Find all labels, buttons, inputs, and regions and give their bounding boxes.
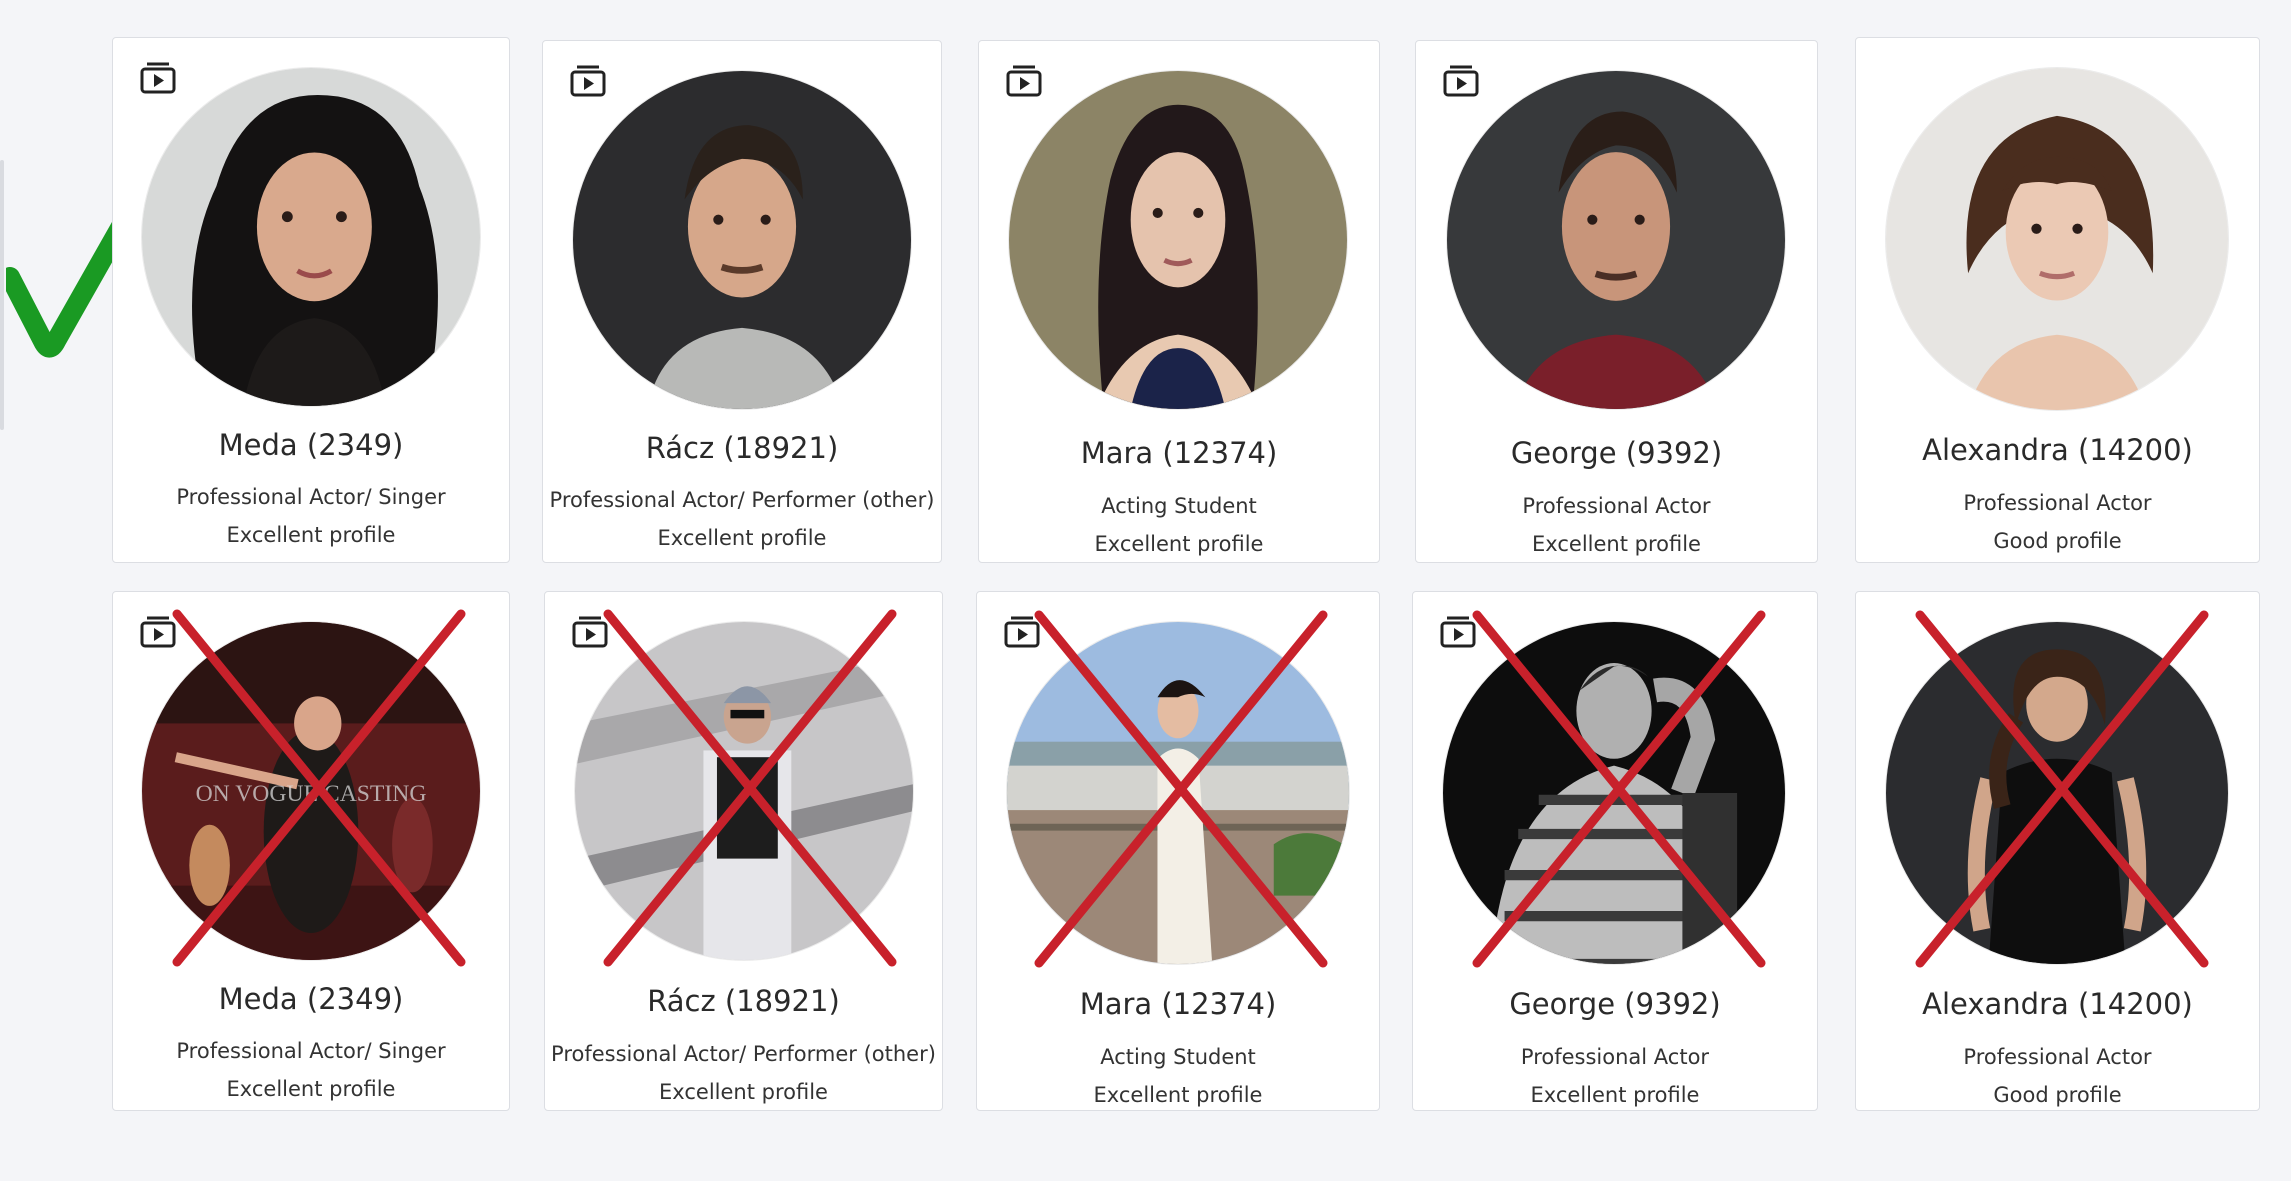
video-reel-icon[interactable]: [571, 614, 609, 648]
profile-quality: Excellent profile: [659, 1080, 828, 1104]
talent-card[interactable]: Meda (2349) Professional Actor/ Singer E…: [112, 37, 510, 563]
talent-role: Professional Actor/ Singer: [176, 1039, 446, 1063]
profile-quality: Good profile: [1993, 529, 2122, 553]
talent-card[interactable]: George (9392) Professional Actor Excelle…: [1412, 591, 1818, 1111]
talent-card[interactable]: Alexandra (14200) Professional Actor Goo…: [1855, 591, 2260, 1111]
profile-photo[interactable]: [142, 68, 480, 406]
profile-photo[interactable]: [1443, 622, 1785, 964]
talent-role: Professional Actor/ Performer (other): [551, 1042, 936, 1066]
left-scroll-edge: [0, 160, 4, 430]
video-reel-icon[interactable]: [139, 60, 177, 94]
talent-name[interactable]: Rácz (18921): [543, 431, 941, 465]
video-reel-icon[interactable]: [1005, 63, 1043, 97]
profile-quality: Excellent profile: [226, 1077, 396, 1101]
talent-role: Professional Actor/ Singer: [176, 485, 446, 509]
talent-role: Professional Actor: [1522, 494, 1711, 518]
watermark-text: ON VOGUE CASTING: [196, 781, 427, 807]
talent-card[interactable]: Alexandra (14200) Professional Actor Goo…: [1855, 37, 2260, 563]
profile-photo[interactable]: [1886, 622, 2228, 964]
talent-name[interactable]: George (9392): [1413, 987, 1817, 1021]
profile-photo[interactable]: [1447, 71, 1785, 409]
talent-name[interactable]: Alexandra (14200): [1856, 433, 2259, 467]
profile-quality: Excellent profile: [1094, 532, 1264, 556]
video-reel-icon[interactable]: [1442, 63, 1480, 97]
profile-photo[interactable]: [1007, 622, 1349, 964]
profile-quality: Good profile: [1993, 1083, 2122, 1107]
profile-quality: Excellent profile: [1530, 1083, 1700, 1107]
profile-quality: Excellent profile: [226, 523, 396, 547]
talent-role: Professional Actor: [1963, 491, 2152, 515]
talent-card[interactable]: Rácz (18921) Professional Actor/ Perform…: [544, 591, 943, 1111]
video-reel-icon[interactable]: [569, 63, 607, 97]
profile-quality: Excellent profile: [1093, 1083, 1263, 1107]
video-reel-icon[interactable]: [1439, 614, 1477, 648]
talent-card[interactable]: ON VOGUE CASTING Meda (2349) Professiona…: [112, 591, 510, 1111]
profile-quality: Excellent profile: [657, 526, 827, 550]
talent-role: Professional Actor: [1520, 1045, 1710, 1069]
talent-role: Professional Actor/ Performer (other): [549, 488, 935, 512]
talent-name[interactable]: Meda (2349): [113, 982, 509, 1016]
profile-photo[interactable]: [1009, 71, 1347, 409]
talent-card[interactable]: Mara (12374) Acting Student Excellent pr…: [976, 591, 1380, 1111]
talent-card[interactable]: Mara (12374) Acting Student Excellent pr…: [978, 40, 1380, 563]
video-reel-icon[interactable]: [139, 614, 177, 648]
talent-name[interactable]: George (9392): [1416, 436, 1817, 470]
profile-quality: Excellent profile: [1532, 532, 1701, 556]
talent-name[interactable]: Mara (12374): [979, 436, 1379, 470]
talent-name[interactable]: Meda (2349): [113, 428, 509, 462]
profile-photo[interactable]: ON VOGUE CASTING: [142, 622, 480, 960]
talent-name[interactable]: Rácz (18921): [545, 984, 942, 1018]
talent-role: Professional Actor: [1963, 1045, 2152, 1069]
profile-photo[interactable]: [573, 71, 911, 409]
profile-photo[interactable]: [575, 622, 913, 960]
profile-photo[interactable]: [1886, 68, 2228, 410]
talent-role: Acting Student: [1100, 1045, 1256, 1069]
talent-name[interactable]: Mara (12374): [977, 987, 1379, 1021]
check-mark-icon: [6, 215, 126, 358]
talent-card[interactable]: George (9392) Professional Actor Excelle…: [1415, 40, 1818, 563]
video-reel-icon[interactable]: [1003, 614, 1041, 648]
talent-card[interactable]: Rácz (18921) Professional Actor/ Perform…: [542, 40, 942, 563]
talent-name[interactable]: Alexandra (14200): [1856, 987, 2259, 1021]
talent-role: Acting Student: [1101, 494, 1257, 518]
